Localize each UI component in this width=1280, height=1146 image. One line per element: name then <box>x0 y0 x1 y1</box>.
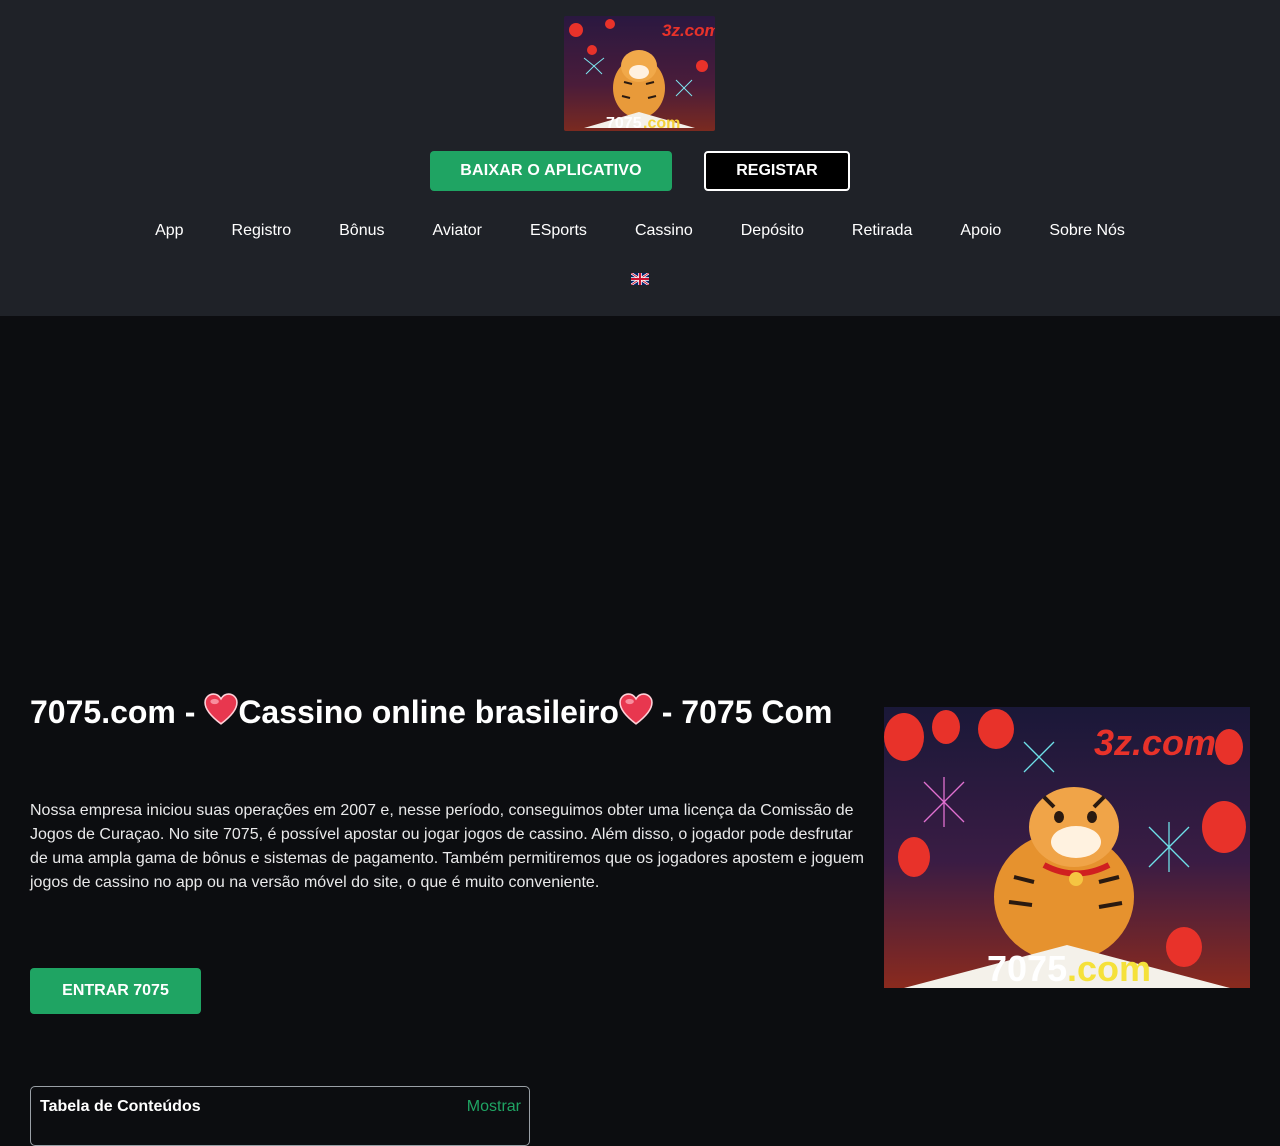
intro-paragraph: Nossa empresa iniciou suas operações em … <box>30 802 864 891</box>
nav-item-esports[interactable]: ESports <box>506 221 611 241</box>
nav-item-aviator[interactable]: Aviator <box>409 221 507 241</box>
register-button[interactable]: REGISTAR <box>704 151 850 191</box>
main-nav: App Registro Bônus Aviator ESports Cassi… <box>0 221 1280 241</box>
title-part-3: - 7075 Com <box>652 694 833 730</box>
header-actions: BAIXAR O APLICATIVO REGISTAR <box>0 151 1280 191</box>
svg-text:3z.com: 3z.com <box>1094 722 1216 763</box>
nav-item-retirada[interactable]: Retirada <box>828 221 936 241</box>
logo-image: 3z.com 7075 .com <box>564 16 715 131</box>
svg-text:3z.com: 3z.com <box>662 21 715 40</box>
toc-title: Tabela de Conteúdos <box>40 1098 201 1115</box>
nav-item-apoio[interactable]: Apoio <box>936 221 1025 241</box>
nav-item-app[interactable]: App <box>131 221 207 241</box>
heart-icon <box>619 693 653 725</box>
title-part-2: Cassino online brasileiro <box>238 694 619 730</box>
svg-text:.com: .com <box>1067 948 1151 988</box>
svg-text:7075: 7075 <box>987 948 1067 988</box>
download-app-button[interactable]: BAIXAR O APLICATIVO <box>430 151 672 191</box>
nav-item-cassino[interactable]: Cassino <box>611 221 717 241</box>
title-part-1: 7075.com - <box>30 694 205 730</box>
site-header: 3z.com 7075 .com BAIXAR O APLICATIVO REG… <box>0 0 1280 316</box>
heart-icon <box>204 693 239 725</box>
nav-item-registro[interactable]: Registro <box>208 221 316 241</box>
enter-button[interactable]: ENTRAR 7075 <box>30 968 201 1014</box>
hero-illustration: 3z.com 7075 .com <box>884 707 1250 988</box>
hero-image: 3z.com 7075 .com <box>884 707 1250 988</box>
uk-flag-icon[interactable] <box>631 273 649 285</box>
svg-text:7075: 7075 <box>606 115 642 131</box>
table-of-contents: Tabela de Conteúdos Mostrar <box>30 1086 530 1146</box>
site-logo[interactable]: 3z.com 7075 .com <box>564 16 715 131</box>
toc-toggle-button[interactable]: Mostrar <box>467 1098 521 1116</box>
svg-text:.com: .com <box>643 115 680 131</box>
page-title: 7075.com - Cassino online brasileiro - 7… <box>30 688 860 736</box>
nav-item-sobre-nos[interactable]: Sobre Nós <box>1025 221 1149 241</box>
nav-item-bonus[interactable]: Bônus <box>315 221 408 241</box>
nav-item-deposito[interactable]: Depósito <box>717 221 828 241</box>
